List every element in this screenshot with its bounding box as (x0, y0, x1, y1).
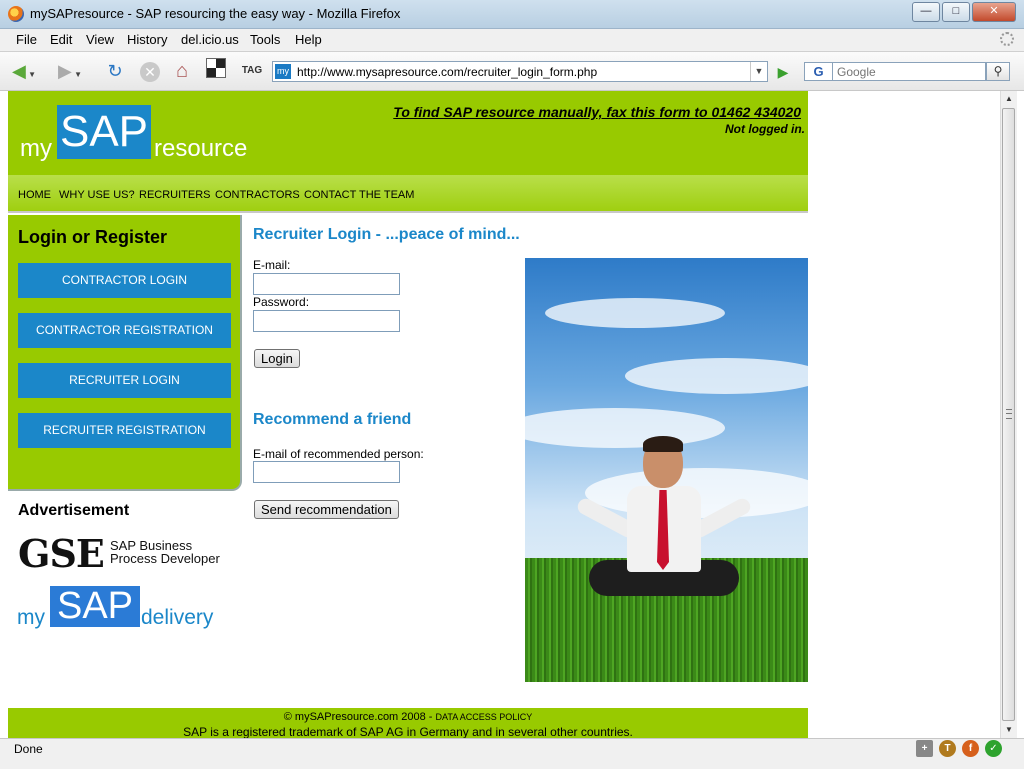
search-icon[interactable]: ⚲ (986, 62, 1010, 81)
recommend-title: Recommend a friend (253, 411, 412, 428)
status-icons: + T f ✓ (916, 740, 1002, 757)
photo-cloud (625, 358, 808, 394)
home-icon[interactable]: ⌂ (170, 58, 194, 84)
login-register-panel: Login or Register CONTRACTOR LOGIN CONTR… (8, 215, 242, 491)
site-nav: HOME WHY USE US? RECRUITERS CONTRACTORS … (8, 175, 808, 213)
photo-man (565, 436, 785, 608)
footer-trademark: SAP is a registered trademark of SAP AG … (183, 725, 633, 738)
data-access-policy-link[interactable]: Data Access Policy (436, 712, 533, 722)
back-button[interactable]: ◀ ▼ (10, 58, 38, 84)
page-viewport: my SAP resource To find SAP resource man… (8, 91, 1000, 738)
logo-sap: SAP (57, 105, 151, 159)
footer-copyright-line: © mySAPresource.com 2008 - Data Access P… (8, 711, 808, 723)
stop-icon[interactable]: ✕ (138, 58, 162, 84)
tag-button[interactable]: TAG (238, 58, 266, 84)
menu-file[interactable]: File (16, 32, 37, 47)
nav-why-use-us[interactable]: WHY USE US? (59, 189, 135, 201)
delivery-logo-word: delivery (141, 606, 214, 629)
nav-contact-team[interactable]: CONTACT THE TEAM (304, 189, 414, 201)
go-icon[interactable]: ▶ (772, 62, 794, 82)
delivery-logo-sap: SAP (50, 586, 140, 627)
back-dropdown-icon[interactable]: ▼ (26, 70, 36, 79)
email-input[interactable] (253, 273, 400, 295)
maximize-button[interactable]: □ (942, 2, 970, 22)
fax-form-link[interactable]: To find SAP resource manually, fax this … (393, 104, 801, 120)
advertisement-heading: Advertisement (18, 502, 130, 519)
bookmark-icon[interactable] (204, 58, 228, 84)
photo-cloud (545, 298, 725, 328)
minimize-button[interactable]: — (912, 2, 940, 22)
meditating-man-photo (525, 258, 808, 682)
recruiter-login-button[interactable]: RECRUITER LOGIN (18, 363, 231, 398)
status-bar: Done + T f ✓ (0, 738, 1024, 769)
window-controls: — □ ✕ (912, 2, 1016, 22)
photo-man-hair (643, 436, 683, 452)
login-button[interactable]: Login (254, 349, 300, 368)
scroll-down-icon[interactable]: ▼ (1001, 722, 1017, 738)
forward-dropdown-icon[interactable]: ▼ (72, 70, 82, 79)
gse-tagline: SAP Business Process Developer (110, 539, 230, 565)
delivery-logo-my: my (17, 606, 45, 629)
menu-delicious[interactable]: del.icio.us (181, 32, 239, 47)
recommend-email-input[interactable] (253, 461, 400, 483)
gse-tagline-line2: Process Developer (110, 551, 220, 566)
menu-view[interactable]: View (86, 32, 114, 47)
menu-edit[interactable]: Edit (50, 32, 72, 47)
sidebar-heading: Login or Register (18, 227, 168, 247)
menu-tools[interactable]: Tools (250, 32, 280, 47)
email-label: E-mail: (253, 258, 291, 272)
search-engine-icon[interactable]: G (804, 62, 832, 81)
menu-bar: File Edit View History del.icio.us Tools… (0, 29, 1024, 52)
status-text: Done (14, 742, 43, 756)
scroll-grip-icon (1006, 409, 1012, 419)
reload-icon[interactable]: ↻ (102, 58, 128, 84)
firefox-icon (8, 6, 24, 22)
url-dropdown-icon[interactable]: ▼ (750, 62, 767, 81)
logo-my: my (20, 135, 52, 162)
addon-plus-icon[interactable]: + (916, 740, 933, 757)
vertical-scrollbar[interactable]: ▲ ▼ (1000, 91, 1017, 738)
window-title: mySAPresource - SAP resourcing the easy … (30, 6, 401, 21)
site-footer: © mySAPresource.com 2008 - Data Access P… (8, 708, 808, 738)
nav-contractors[interactable]: CONTRACTORS (215, 189, 300, 201)
contractor-login-button[interactable]: CONTRACTOR LOGIN (18, 263, 231, 298)
footer-copyright: © mySAPresource.com 2008 - (283, 711, 436, 723)
scroll-up-icon[interactable]: ▲ (1001, 91, 1017, 107)
recommend-email-label: E-mail of recommended person: (253, 447, 424, 461)
send-recommendation-button[interactable]: Send recommendation (254, 500, 399, 519)
login-title: Recruiter Login - ...peace of mind... (253, 226, 520, 243)
password-input[interactable] (253, 310, 400, 332)
password-label: Password: (253, 295, 310, 309)
window-titlebar: mySAPresource - SAP resourcing the easy … (0, 0, 1024, 29)
forward-button[interactable]: ▶ ▼ (56, 58, 84, 84)
menu-history[interactable]: History (127, 32, 167, 47)
secure-check-icon[interactable]: ✓ (985, 740, 1002, 757)
navigation-toolbar: ◀ ▼ ▶ ▼ ↻ ✕ ⌂ TAG my http://www.mysapres… (0, 52, 1024, 91)
logo-resource: resource (154, 135, 248, 162)
contractor-registration-button[interactable]: CONTRACTOR REGISTRATION (18, 313, 231, 348)
recruiter-registration-button[interactable]: RECRUITER REGISTRATION (18, 413, 231, 448)
menu-help[interactable]: Help (295, 32, 322, 47)
close-button[interactable]: ✕ (972, 2, 1016, 22)
site-favicon-icon: my (275, 64, 291, 79)
nav-home[interactable]: HOME (18, 189, 51, 201)
url-text[interactable]: http://www.mysapresource.com/recruiter_l… (297, 65, 597, 79)
addon-t-icon[interactable]: T (939, 740, 956, 757)
nav-recruiters[interactable]: RECRUITERS (139, 189, 211, 201)
search-input[interactable] (832, 62, 986, 81)
scroll-thumb[interactable] (1002, 108, 1015, 721)
gse-logo-text: GSE (18, 531, 105, 576)
firefox-status-icon[interactable]: f (962, 740, 979, 757)
address-bar[interactable]: my http://www.mysapresource.com/recruite… (272, 61, 768, 82)
login-status: Not logged in. (725, 122, 805, 136)
throbber-icon (1000, 32, 1014, 46)
site-header: my SAP resource To find SAP resource man… (8, 91, 808, 175)
